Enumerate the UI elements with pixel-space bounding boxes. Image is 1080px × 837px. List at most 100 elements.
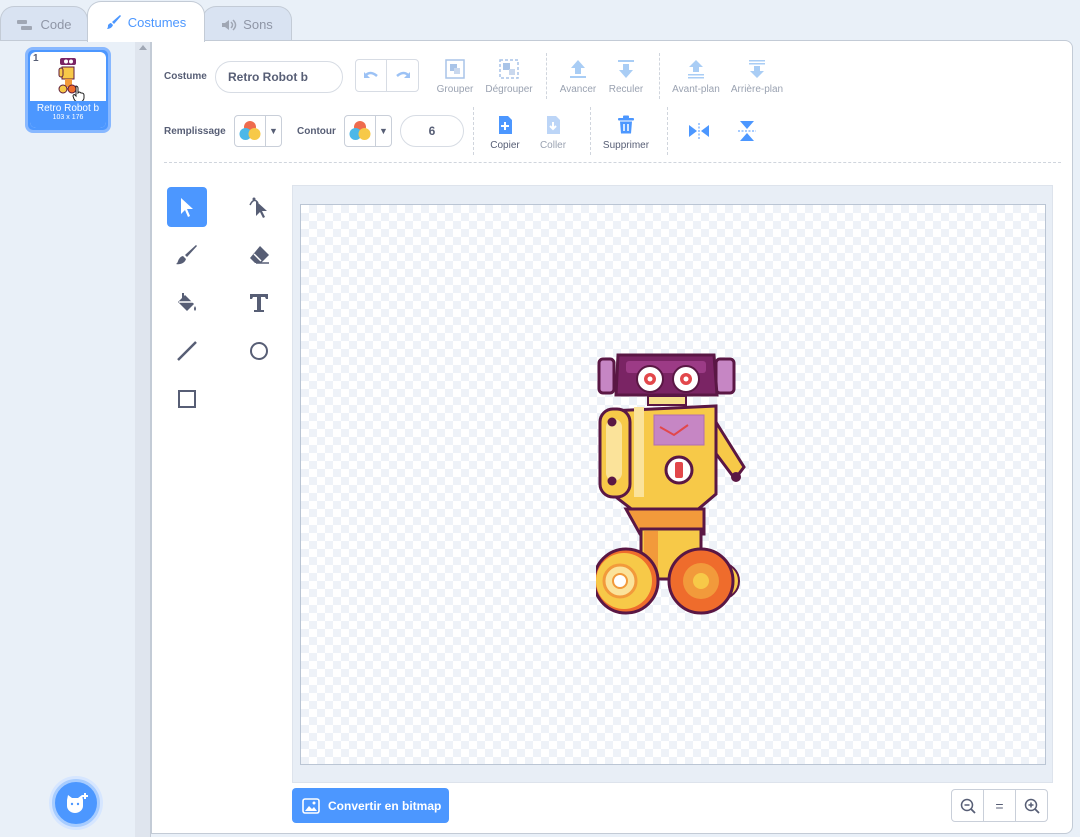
paint-editor: Costume Retro Robot b Grouper Dégrouper … xyxy=(151,40,1073,834)
group-button[interactable]: Grouper xyxy=(425,58,485,95)
eraser-tool[interactable] xyxy=(239,235,279,275)
zoom-out-icon xyxy=(960,798,976,814)
select-tool[interactable] xyxy=(167,187,207,227)
fill-label: Remplissage xyxy=(164,126,226,137)
toolbar-divider xyxy=(473,107,474,155)
redo-button[interactable] xyxy=(386,59,419,92)
costume-info: Retro Robot b 103 x 176 xyxy=(30,101,106,128)
back-icon xyxy=(749,60,765,78)
retro-robot-costume[interactable] xyxy=(596,349,756,621)
costume-name-label: Costume xyxy=(164,71,207,82)
flip-horizontal-icon xyxy=(689,123,709,139)
scroll-up-arrow-icon[interactable] xyxy=(139,45,147,50)
flip-horizontal-button[interactable] xyxy=(687,121,711,141)
arrow-up-icon xyxy=(570,60,586,78)
costume-size-label: 103 x 176 xyxy=(52,114,84,121)
forward-label: Avancer xyxy=(559,84,597,95)
group-label: Grouper xyxy=(436,84,474,95)
trash-icon xyxy=(618,115,634,134)
copy-label: Copier xyxy=(490,140,520,151)
toolbar-separator xyxy=(164,162,1061,163)
flip-vertical-button[interactable] xyxy=(735,121,759,141)
outline-color-picker[interactable]: ▼ xyxy=(344,115,392,147)
image-icon xyxy=(302,797,320,814)
zoom-in-button[interactable] xyxy=(1016,790,1047,821)
bring-to-front-label: Avant-plan xyxy=(672,84,720,95)
backward-label: Reculer xyxy=(608,84,644,95)
chevron-down-icon: ▼ xyxy=(379,126,388,136)
zoom-controls: = xyxy=(951,789,1048,822)
send-to-back-label: Arrière-plan xyxy=(730,84,784,95)
tab-code[interactable]: Code xyxy=(0,6,88,42)
undo-icon xyxy=(364,71,378,78)
cat-add-icon xyxy=(67,793,88,813)
circle-tool[interactable] xyxy=(239,331,279,371)
outline-width-input[interactable]: 6 xyxy=(400,115,464,147)
fill-tool[interactable] xyxy=(167,283,207,323)
tab-sounds[interactable]: Sons xyxy=(202,6,292,42)
costume-list: 1 Retro Robot b 103 x 176 xyxy=(0,40,151,837)
group-icon xyxy=(445,59,465,79)
paint-bucket-icon xyxy=(178,293,196,311)
arrow-cursor-icon xyxy=(181,198,193,217)
hand-cursor-icon xyxy=(72,85,85,102)
brush-tool[interactable] xyxy=(167,235,207,275)
rectangle-tool[interactable] xyxy=(167,379,207,419)
costume-name-label: Retro Robot b xyxy=(36,103,100,114)
redo-icon xyxy=(395,71,410,78)
undo-button[interactable] xyxy=(355,59,387,92)
costume-thumbnail: 1 Retro Robot b 103 x 176 xyxy=(30,52,106,128)
editor-tabs: Code Sons Costumes xyxy=(0,0,1080,42)
tab-costumes[interactable]: Costumes xyxy=(87,1,205,42)
toolbar-divider xyxy=(546,53,547,99)
tab-costumes-label: Costumes xyxy=(127,14,187,30)
rectangle-icon xyxy=(178,390,196,408)
copy-icon xyxy=(499,116,512,134)
paste-label: Coller xyxy=(539,140,567,151)
code-icon xyxy=(17,19,33,30)
fill-color-picker[interactable]: ▼ xyxy=(234,115,282,147)
ungroup-label: Dégrouper xyxy=(485,84,533,95)
zoom-in-icon xyxy=(1024,798,1040,814)
costume-item-1[interactable]: 1 Retro Robot b 103 x 176 xyxy=(25,47,111,133)
paintbrush-icon xyxy=(176,245,197,265)
zoom-out-button[interactable] xyxy=(952,790,984,821)
convert-to-bitmap-label: Convertir en bitmap xyxy=(328,798,442,813)
arrow-down-icon xyxy=(618,60,634,78)
line-tool[interactable] xyxy=(167,331,207,371)
costume-list-scrollbar[interactable] xyxy=(135,41,150,837)
costume-number: 1 xyxy=(33,53,39,64)
eraser-icon xyxy=(250,246,269,264)
line-icon xyxy=(177,341,197,361)
canvas-area xyxy=(292,185,1053,783)
toolbar-divider xyxy=(667,107,668,155)
delete-label: Supprimer xyxy=(602,140,650,151)
multicolor-swatch-icon xyxy=(349,121,371,140)
reshape-tool[interactable] xyxy=(239,187,279,227)
front-icon xyxy=(688,60,704,79)
outline-label: Contour xyxy=(297,126,336,137)
delete-button[interactable]: Supprimer xyxy=(596,114,656,151)
backward-button[interactable]: Reculer xyxy=(596,58,656,95)
drawing-canvas[interactable] xyxy=(300,204,1046,765)
chevron-down-icon: ▼ xyxy=(269,126,278,136)
flip-vertical-icon xyxy=(738,121,756,141)
costume-name-input[interactable]: Retro Robot b xyxy=(215,61,343,93)
bring-to-front-button[interactable]: Avant-plan xyxy=(666,58,726,95)
speaker-icon xyxy=(222,18,237,31)
tab-code-label: Code xyxy=(40,17,72,32)
reshape-icon xyxy=(249,197,267,218)
brush-icon xyxy=(106,15,121,29)
zoom-reset-button[interactable]: = xyxy=(984,790,1016,821)
text-tool[interactable] xyxy=(239,283,279,323)
convert-to-bitmap-button[interactable]: Convertir en bitmap xyxy=(292,788,449,823)
tab-sounds-label: Sons xyxy=(243,17,273,32)
add-costume-button[interactable] xyxy=(52,779,100,827)
paste-button[interactable]: Coller xyxy=(523,114,583,151)
multicolor-swatch-icon xyxy=(239,121,261,140)
circle-icon xyxy=(250,342,268,360)
send-to-back-button[interactable]: Arrière-plan xyxy=(727,58,787,95)
ungroup-icon xyxy=(499,59,519,79)
ungroup-button[interactable]: Dégrouper xyxy=(479,58,539,95)
toolbar-divider xyxy=(590,107,591,155)
